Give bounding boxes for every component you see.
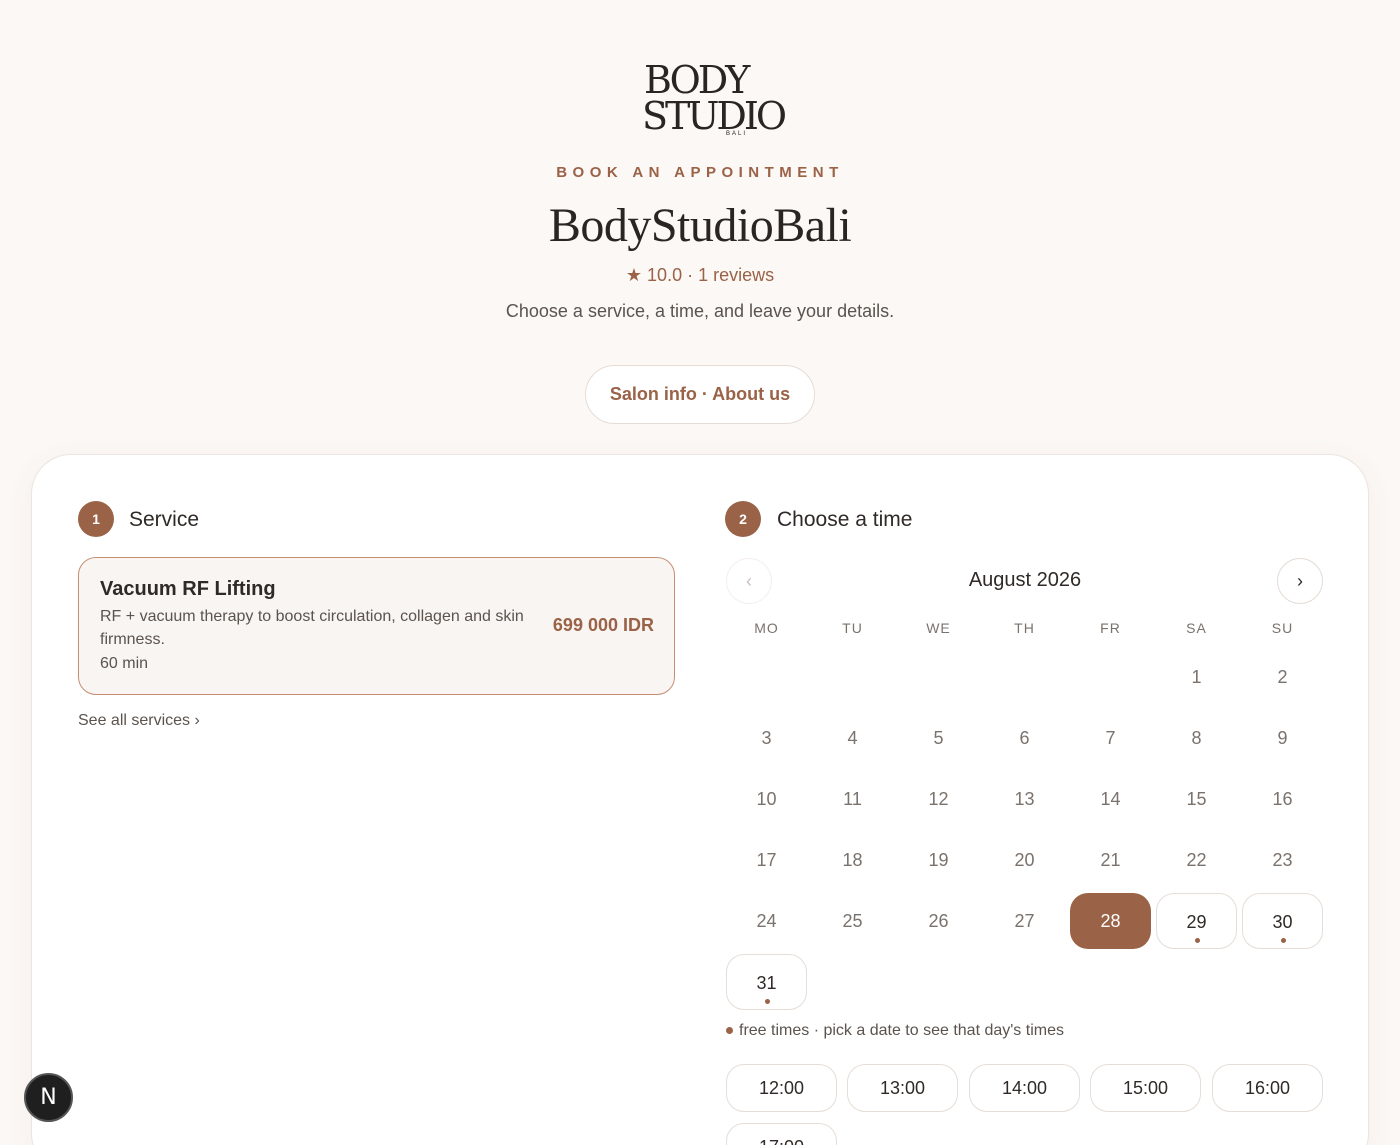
- calendar-day: 12: [928, 789, 949, 809]
- chevron-right-icon: ›: [1297, 570, 1303, 591]
- calendar-day: 14: [1100, 789, 1121, 809]
- calendar-day: 13: [1014, 789, 1035, 809]
- service-description: RF + vacuum therapy to boost circulation…: [100, 608, 524, 648]
- see-all-services-link[interactable]: See all services ›: [78, 712, 200, 730]
- rating: ★ 10.0 · 1 reviews: [0, 265, 1400, 286]
- calendar-day[interactable]: 30: [1242, 893, 1323, 949]
- calendar-day: 27: [1014, 911, 1035, 931]
- availability-dot-icon: [765, 999, 770, 1004]
- step-number-time: 2: [725, 501, 761, 537]
- calendar-day: 2: [1277, 667, 1288, 687]
- calendar-day: 17: [756, 850, 777, 870]
- calendar-day: 23: [1272, 850, 1293, 870]
- step-title-service: Service: [129, 508, 200, 531]
- studio-name: BodyStudioBali: [548, 199, 852, 252]
- weekday-label: WE: [926, 620, 951, 636]
- calendar-day[interactable]: 28: [1070, 893, 1151, 949]
- time-slot-button[interactable]: 15:00: [1090, 1064, 1201, 1112]
- calendar-day: 7: [1105, 728, 1116, 748]
- time-slot-button[interactable]: 16:00: [1212, 1064, 1323, 1112]
- calendar-day: 26: [928, 911, 949, 931]
- step-number-service: 1: [78, 501, 114, 537]
- weekday-label: SU: [1271, 620, 1294, 636]
- month-label: August 2026: [968, 569, 1082, 591]
- calendar-day[interactable]: 31: [726, 954, 807, 1010]
- calendar-day: 10: [756, 789, 777, 809]
- service-duration: 60 min: [100, 655, 149, 672]
- calendar-day: 15: [1186, 789, 1207, 809]
- star-icon: ★: [625, 265, 643, 285]
- calendar-day: 20: [1014, 850, 1035, 870]
- calendar-day: 18: [842, 850, 863, 870]
- calendar-day: 4: [847, 728, 858, 748]
- weekday-label: MO: [754, 620, 779, 636]
- calendar-day: 16: [1272, 789, 1293, 809]
- brand-logo: BODY STUDIO BALI: [642, 58, 787, 138]
- service-price: 699 000 IDR: [552, 615, 654, 635]
- rating-text: 10.0 · 1 reviews: [647, 265, 775, 285]
- time-slot-button[interactable]: 13:00: [847, 1064, 958, 1112]
- calendar-day: 9: [1277, 728, 1288, 748]
- step-title-time: Choose a time: [777, 508, 913, 531]
- time-slot-button[interactable]: 14:00: [969, 1064, 1080, 1112]
- service-name: Vacuum RF Lifting: [100, 578, 276, 600]
- availability-legend: free times · pick a date to see that day…: [726, 1022, 1064, 1040]
- weekday-label: TU: [842, 620, 863, 636]
- calendar-day: 5: [933, 728, 944, 748]
- calendar-day: 21: [1100, 850, 1121, 870]
- salon-info-button[interactable]: Salon info · About us: [585, 365, 815, 424]
- time-slot-button[interactable]: 12:00: [726, 1064, 837, 1112]
- weekday-label: FR: [1100, 620, 1121, 636]
- dev-badge[interactable]: N: [24, 1073, 73, 1122]
- calendar-day: 19: [928, 850, 949, 870]
- calendar-day: 3: [761, 728, 772, 748]
- dot-icon: [726, 1027, 733, 1035]
- calendar-day: 25: [842, 911, 863, 931]
- next-month-button[interactable]: ›: [1277, 558, 1323, 604]
- weekday-label: TH: [1014, 620, 1035, 636]
- availability-dot-icon: [1281, 938, 1286, 943]
- availability-dot-icon: [1195, 938, 1200, 943]
- calendar-day: 8: [1191, 728, 1202, 748]
- calendar-day[interactable]: 29: [1156, 893, 1237, 949]
- booking-card: 1 Service Vacuum RF Lifting RF + vacuum …: [31, 454, 1369, 1145]
- service-option-card[interactable]: Vacuum RF Lifting RF + vacuum therapy to…: [78, 557, 675, 695]
- tagline: Choose a service, a time, and leave your…: [505, 301, 895, 321]
- weekday-label: SA: [1186, 620, 1207, 636]
- calendar-day: 24: [756, 911, 777, 931]
- time-slot-button[interactable]: 17:00: [726, 1123, 837, 1145]
- calendar-day: 22: [1186, 850, 1207, 870]
- calendar-day: 11: [843, 789, 862, 809]
- calendar-day: 6: [1019, 728, 1030, 748]
- calendar-day: 1: [1191, 667, 1202, 687]
- eyebrow-label: BOOK AN APPOINTMENT: [556, 164, 844, 181]
